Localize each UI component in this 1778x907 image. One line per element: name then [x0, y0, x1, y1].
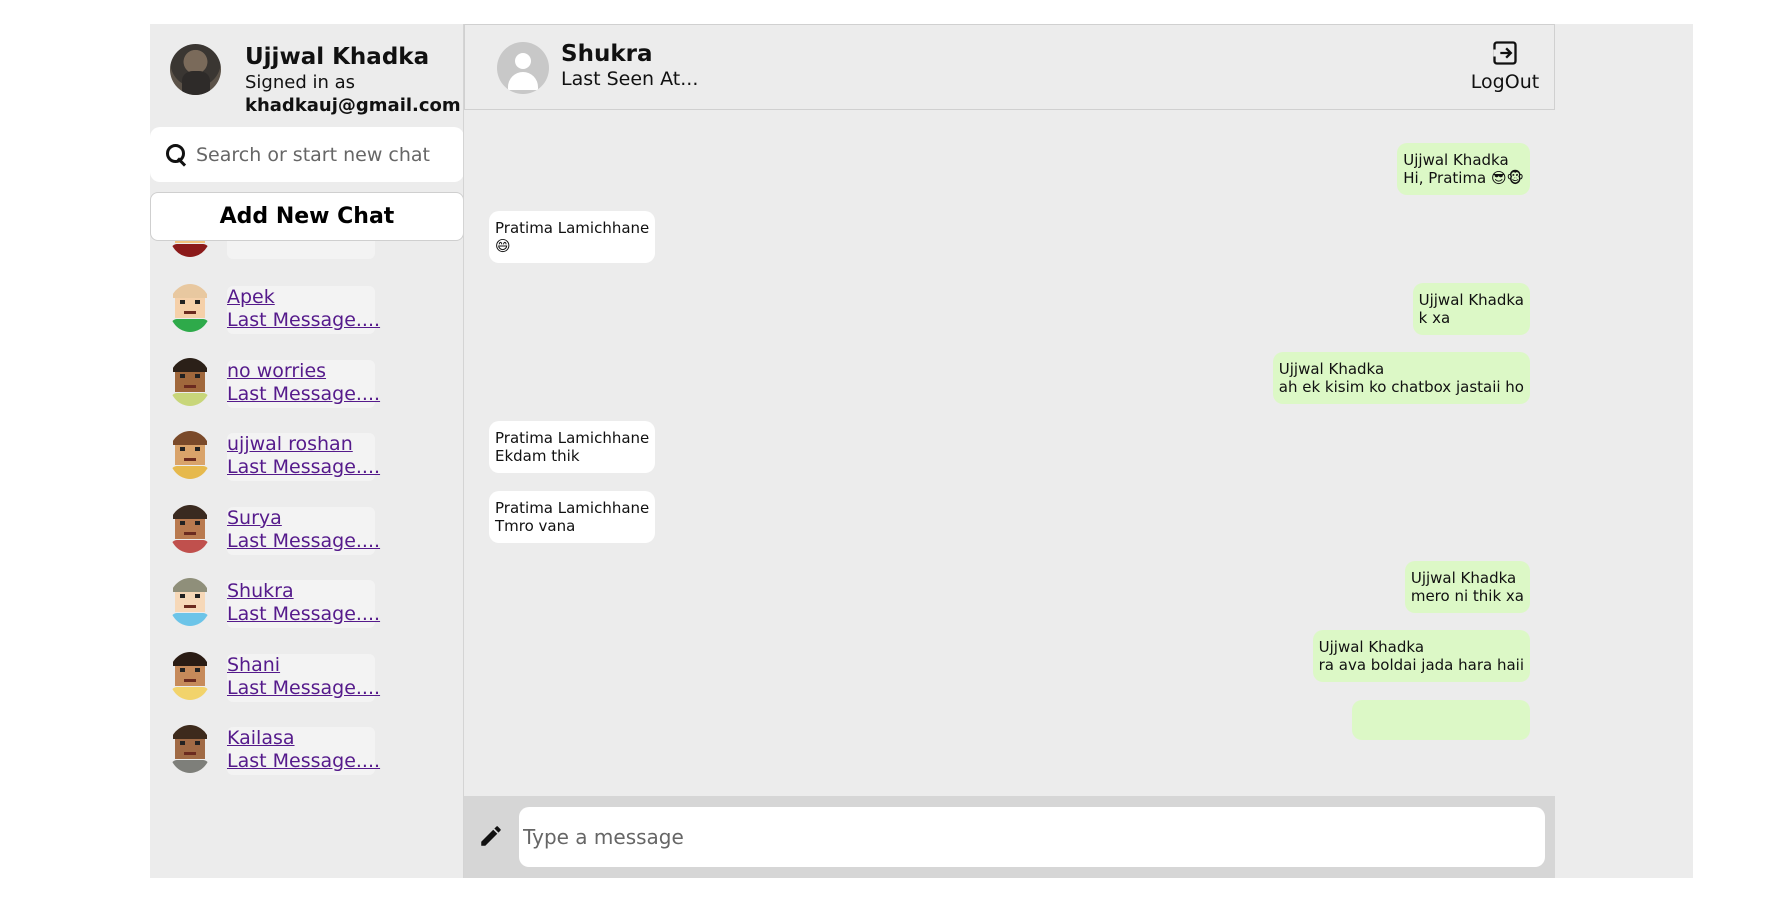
chat-list-item[interactable]: Surya Last Message.... — [150, 499, 463, 571]
chat-contact-name[interactable]: Kailasa — [227, 727, 375, 750]
message-sender: Ujjwal Khadka — [1318, 638, 1425, 656]
chat-last-message[interactable]: Last Message.... — [227, 456, 380, 479]
chat-contact-name[interactable]: ujjwal roshan — [227, 433, 375, 456]
chat-app: Ujjwal Khadka Signed in as khadkauj@gmai… — [150, 24, 1693, 878]
contact-avatar — [169, 652, 211, 700]
message-text: k xa — [1418, 309, 1451, 327]
outgoing-message: Ujjwal Khadka Hi, Pratima 😎🐵 — [1397, 143, 1530, 195]
sidebar: Ujjwal Khadka Signed in as khadkauj@gmai… — [150, 24, 464, 878]
message-text: mero ni thik xa — [1410, 587, 1524, 605]
chat-contact-name[interactable]: Apek — [227, 286, 375, 309]
search-bar[interactable] — [150, 127, 463, 182]
add-new-chat-button[interactable]: Add New Chat — [150, 192, 463, 241]
outgoing-message: Ujjwal Khadka ra ava boldai jada hara hai… — [1312, 630, 1530, 682]
message-text: ah ek kisim ko chatbox jastaii ho — [1278, 378, 1524, 396]
chat-last-message[interactable]: Last Message.... — [227, 309, 380, 332]
contact-avatar — [169, 578, 211, 626]
chat-last-message[interactable]: Last Message.... — [227, 530, 380, 553]
outgoing-message: Ujjwal Khadka mero ni thik xa — [1404, 561, 1530, 613]
message-sender: Pratima Lamichhane — [495, 219, 650, 237]
outgoing-message: Ujjwal Khadka k xa — [1412, 283, 1530, 335]
message-composer — [464, 796, 1555, 878]
message-text: ra ava boldai jada hara haii — [1318, 656, 1524, 674]
message-sender: Ujjwal Khadka — [1278, 360, 1385, 378]
chat-contact-name[interactable]: Shukra — [227, 580, 375, 603]
incoming-message: Pratima Lamichhane 😄 — [489, 211, 656, 263]
contact-avatar[interactable] — [497, 42, 549, 94]
chat-contact-name[interactable]: Shani — [227, 654, 375, 677]
outgoing-message: Ujjwal Khadka ah ek kisim ko chatbox jast… — [1272, 352, 1530, 404]
chat-last-message[interactable]: Last Message.... — [227, 603, 380, 626]
logout-icon — [1493, 41, 1517, 65]
conversation-header: Shukra Last Seen At... LogOut — [464, 24, 1555, 110]
user-profile: Ujjwal Khadka Signed in as khadkauj@gmai… — [150, 24, 463, 124]
contact-avatar — [169, 431, 211, 479]
conversation-panel: Shukra Last Seen At... LogOut Ujjwal Kha… — [464, 24, 1559, 878]
message-text: Ekdam thik — [495, 447, 580, 465]
chat-list-item[interactable]: Kailasa Last Message.... — [150, 719, 463, 791]
chat-last-message[interactable]: Last Message.... — [227, 750, 380, 773]
user-email: khadkauj@gmail.com — [245, 95, 461, 116]
pencil-icon — [481, 826, 501, 846]
incoming-message: Pratima Lamichhane Tmro vana — [489, 491, 656, 543]
message-input[interactable] — [519, 807, 1545, 867]
chat-list: Last Message....ApekLast Message....no w… — [150, 224, 463, 878]
logout-label: LogOut — [1470, 71, 1540, 93]
outgoing-message — [1352, 700, 1530, 740]
message-sender: Ujjwal Khadka — [1418, 291, 1524, 309]
chat-list-item[interactable]: Shani Last Message.... — [150, 646, 463, 718]
chat-last-message[interactable]: Last Message.... — [227, 677, 380, 700]
chat-contact-name[interactable]: Surya — [227, 507, 375, 530]
signed-in-label: Signed in as — [245, 72, 356, 93]
message-sender: Pratima Lamichhane — [495, 429, 650, 447]
message-sender: Ujjwal Khadka — [1410, 569, 1517, 587]
chat-list-item[interactable]: Apek Last Message.... — [150, 278, 463, 350]
chat-last-message[interactable]: Last Message.... — [227, 383, 380, 406]
contact-avatar — [169, 284, 211, 332]
message-text: Hi, Pratima 😎🐵 — [1403, 169, 1524, 187]
chat-list-item[interactable]: Shukra Last Message.... — [150, 572, 463, 644]
message-text: 😄 — [495, 237, 511, 255]
message-sender: Ujjwal Khadka — [1403, 151, 1509, 169]
message-list[interactable]: Ujjwal Khadka Hi, Pratima 😎🐵 Pratima Lamic… — [464, 110, 1555, 796]
chat-contact-name[interactable]: no worries — [227, 360, 375, 383]
logout-button[interactable]: LogOut — [1468, 39, 1542, 99]
user-avatar[interactable] — [170, 44, 221, 95]
search-input[interactable] — [196, 143, 446, 166]
contact-avatar — [169, 505, 211, 553]
user-name: Ujjwal Khadka — [245, 44, 430, 70]
contact-avatar — [169, 725, 211, 773]
message-sender: Pratima Lamichhane — [495, 499, 650, 517]
message-text: Tmro vana — [495, 517, 576, 535]
contact-avatar — [169, 358, 211, 406]
last-seen: Last Seen At... — [561, 68, 699, 90]
chat-list-item[interactable]: no worries Last Message.... — [150, 352, 463, 424]
contact-name: Shukra — [561, 41, 653, 67]
search-icon — [166, 143, 188, 166]
chat-list-item[interactable]: ujjwal roshan Last Message.... — [150, 425, 463, 497]
incoming-message: Pratima Lamichhane Ekdam thik — [489, 421, 656, 473]
